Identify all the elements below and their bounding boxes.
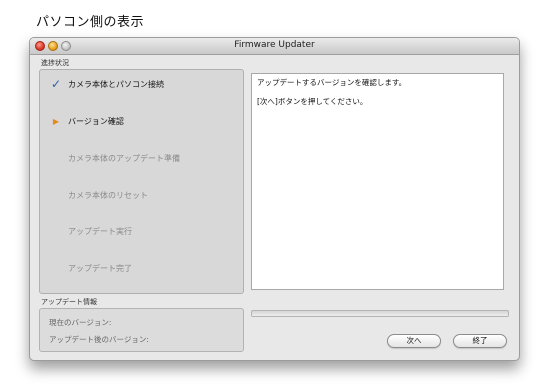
current-step-arrow-icon: ▶ bbox=[52, 117, 60, 126]
window-titlebar[interactable]: Firmware Updater bbox=[30, 38, 519, 55]
progress-section-label: 進捗状況 bbox=[41, 59, 69, 67]
message-line: [次へ]ボタンを押してください。 bbox=[257, 97, 368, 106]
step-label: アップデート実行 bbox=[68, 227, 132, 236]
step-prepare-update: カメラ本体のアップデート準備 bbox=[40, 151, 243, 167]
step-version-check: ▶ バージョン確認 bbox=[40, 114, 243, 130]
page-heading: パソコン側の表示 bbox=[36, 15, 145, 30]
step-label: カメラ本体とパソコン接続 bbox=[68, 80, 164, 89]
message-line: アップデートするバージョンを確認します。 bbox=[257, 78, 407, 87]
step-label: カメラ本体のリセット bbox=[68, 191, 148, 200]
finish-button[interactable]: 終了 bbox=[453, 334, 507, 348]
step-reset-camera: カメラ本体のリセット bbox=[40, 188, 243, 204]
current-version-label: 現在のバージョン: bbox=[49, 318, 112, 327]
step-update-complete: アップデート完了 bbox=[40, 261, 243, 277]
update-info-label: アップデート情報 bbox=[41, 298, 97, 306]
firmware-updater-window: Firmware Updater 進捗状況 ✓ カメラ本体とパソコン接続 ▶ バ… bbox=[29, 37, 520, 361]
message-area: アップデートするバージョンを確認します。 [次へ]ボタンを押してください。 bbox=[251, 73, 504, 290]
updated-version-label: アップデート後のバージョン: bbox=[49, 335, 149, 344]
step-run-update: アップデート実行 bbox=[40, 224, 243, 240]
window-title: Firmware Updater bbox=[234, 40, 315, 50]
step-label: アップデート完了 bbox=[68, 264, 132, 273]
steps-panel: ✓ カメラ本体とパソコン接続 ▶ バージョン確認 カメラ本体のアップデート準備 … bbox=[39, 69, 244, 294]
step-connect: ✓ カメラ本体とパソコン接続 bbox=[40, 77, 243, 93]
next-button[interactable]: 次へ bbox=[387, 334, 441, 348]
update-info-panel: 現在のバージョン: アップデート後のバージョン: bbox=[39, 308, 244, 352]
update-progress-bar bbox=[251, 310, 509, 317]
step-label: バージョン確認 bbox=[68, 117, 124, 126]
checkmark-icon: ✓ bbox=[50, 77, 62, 91]
step-label: カメラ本体のアップデート準備 bbox=[68, 154, 180, 163]
